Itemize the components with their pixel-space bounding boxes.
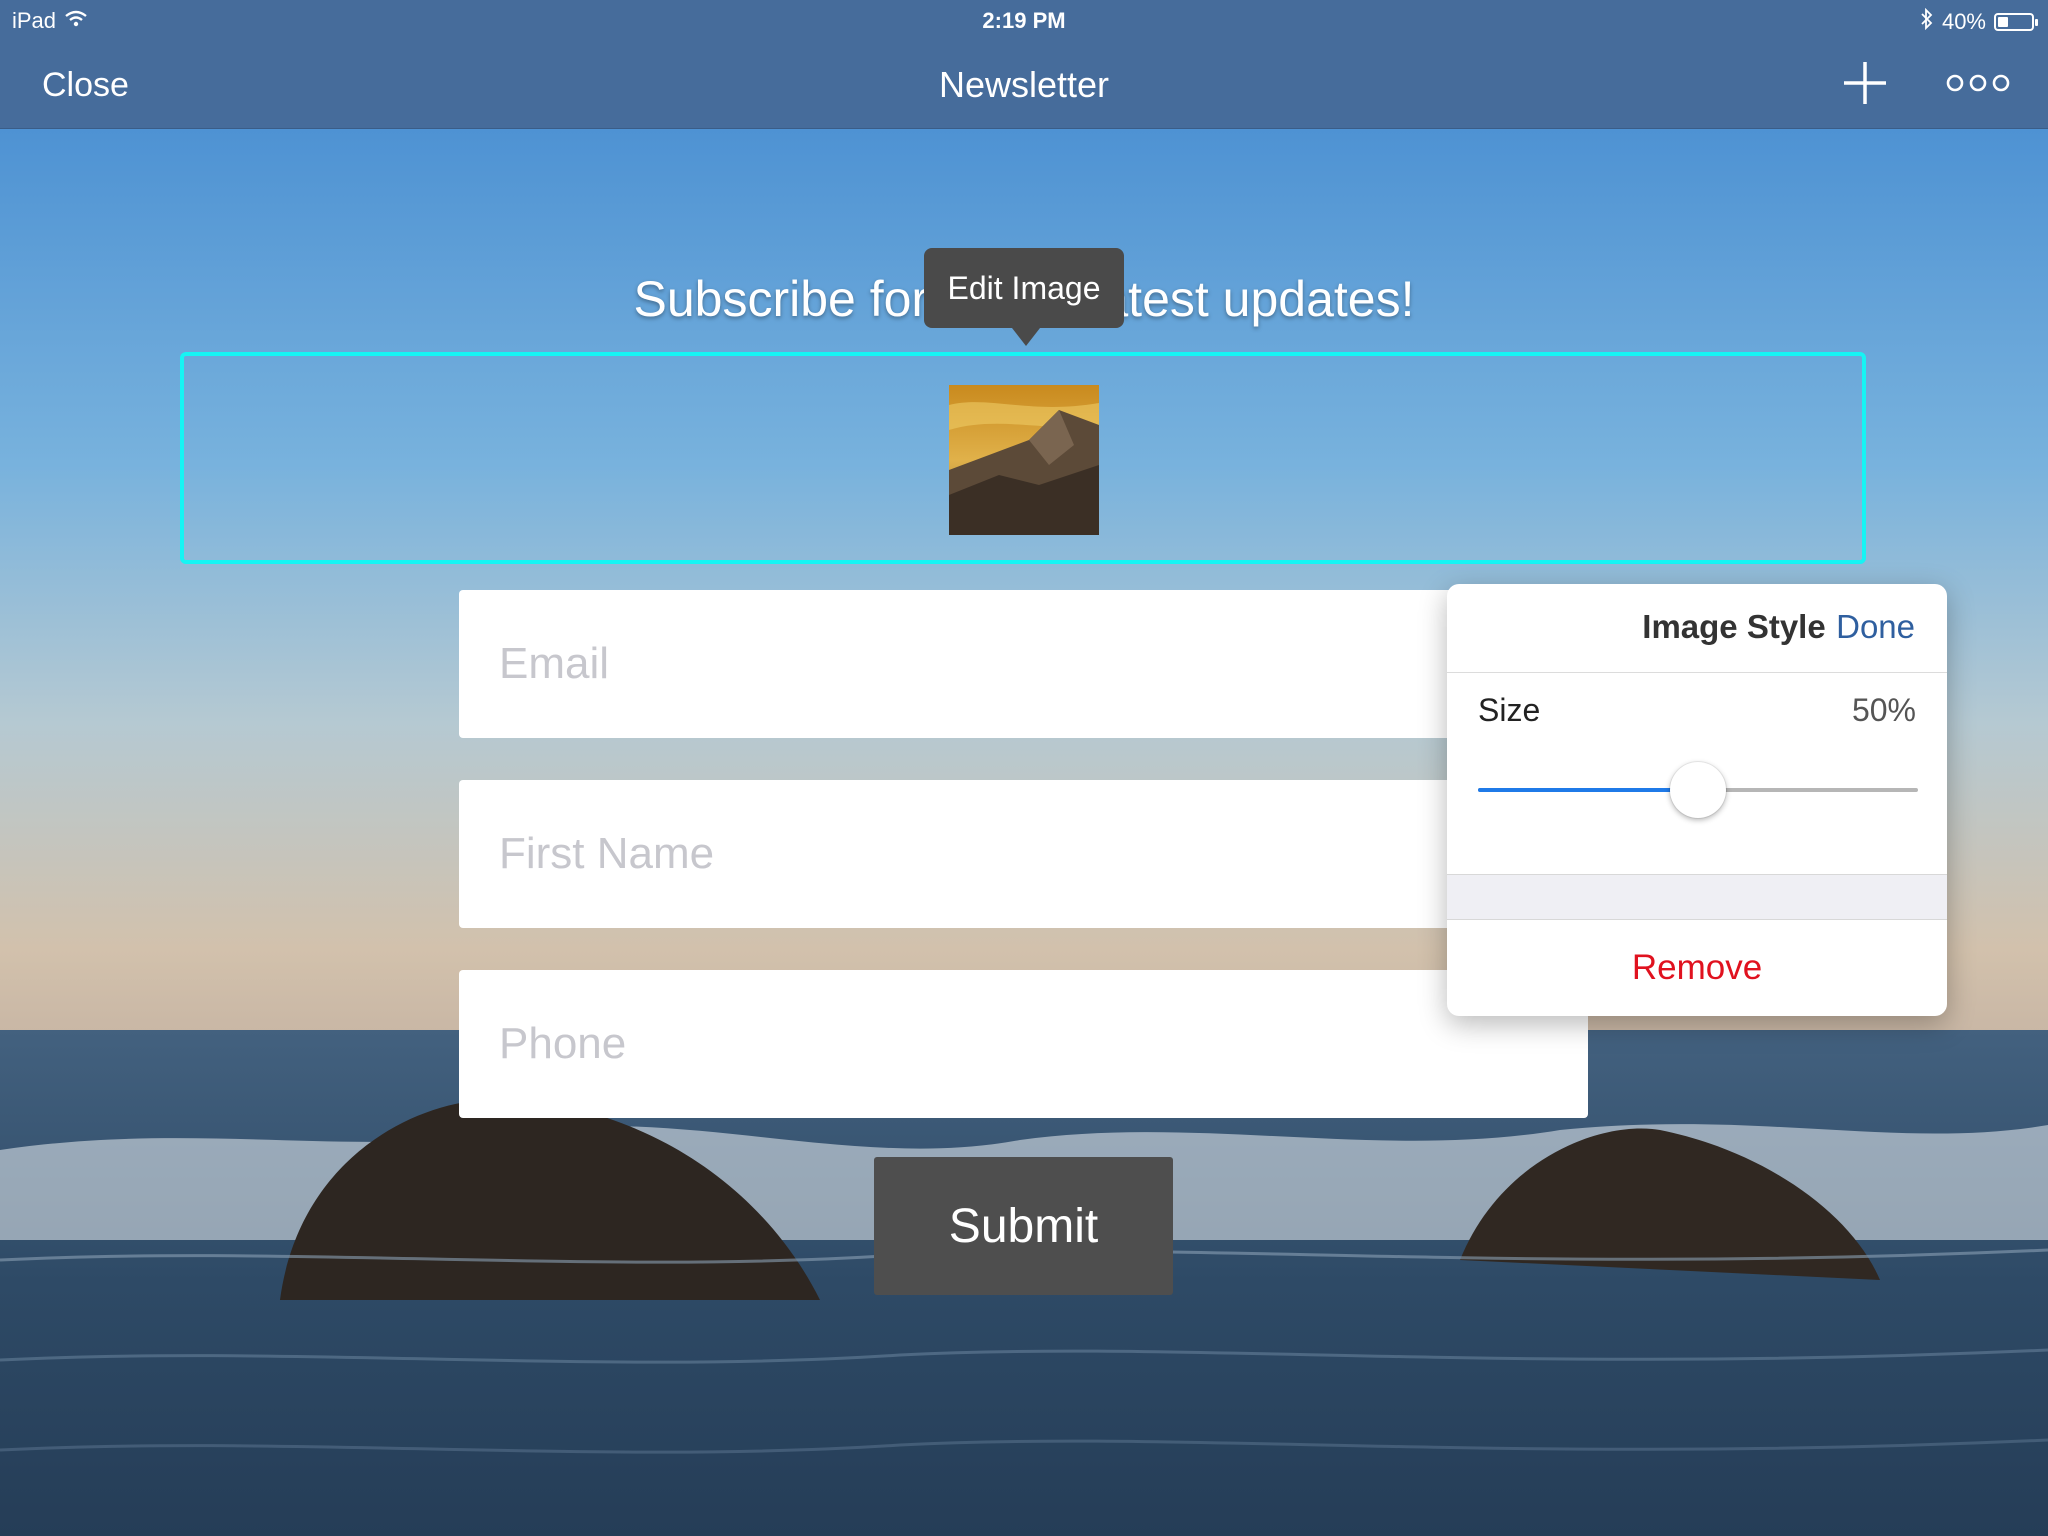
more-icon[interactable]	[1946, 68, 2010, 98]
plus-icon[interactable]	[1842, 60, 1888, 106]
nav-bar: Close Newsletter	[0, 42, 2048, 129]
status-time: 2:19 PM	[982, 8, 1066, 33]
slider-fill	[1478, 788, 1698, 792]
status-bar: iPad 2:19 PM 40%	[0, 0, 2048, 42]
size-label: Size	[1478, 692, 1541, 728]
done-button[interactable]: Done	[1836, 608, 1915, 646]
mountain-image[interactable]	[949, 385, 1099, 535]
first-name-field[interactable]: First Name	[459, 780, 1588, 928]
edit-image-tooltip[interactable]: Edit Image	[924, 248, 1124, 346]
battery-percent: 40%	[1941, 9, 1986, 34]
popover-header: Image Style Done	[1447, 584, 1947, 673]
remove-button[interactable]: Remove	[1447, 920, 1947, 1016]
size-value: 50%	[1851, 692, 1916, 728]
bluetooth-icon	[1920, 7, 1934, 36]
submit-button[interactable]: Submit	[874, 1157, 1173, 1295]
phone-field[interactable]: Phone	[459, 970, 1588, 1118]
size-slider[interactable]	[1478, 760, 1918, 820]
image-style-popover: Image Style Done Size 50% Remove	[1447, 584, 1947, 1016]
slider-thumb[interactable]	[1670, 762, 1726, 818]
page-title: Newsletter	[938, 64, 1110, 105]
popover-title: Image Style	[1642, 608, 1826, 645]
popover-separator	[1447, 874, 1947, 920]
email-field[interactable]: Email	[459, 590, 1588, 738]
battery-icon	[1994, 13, 2038, 31]
